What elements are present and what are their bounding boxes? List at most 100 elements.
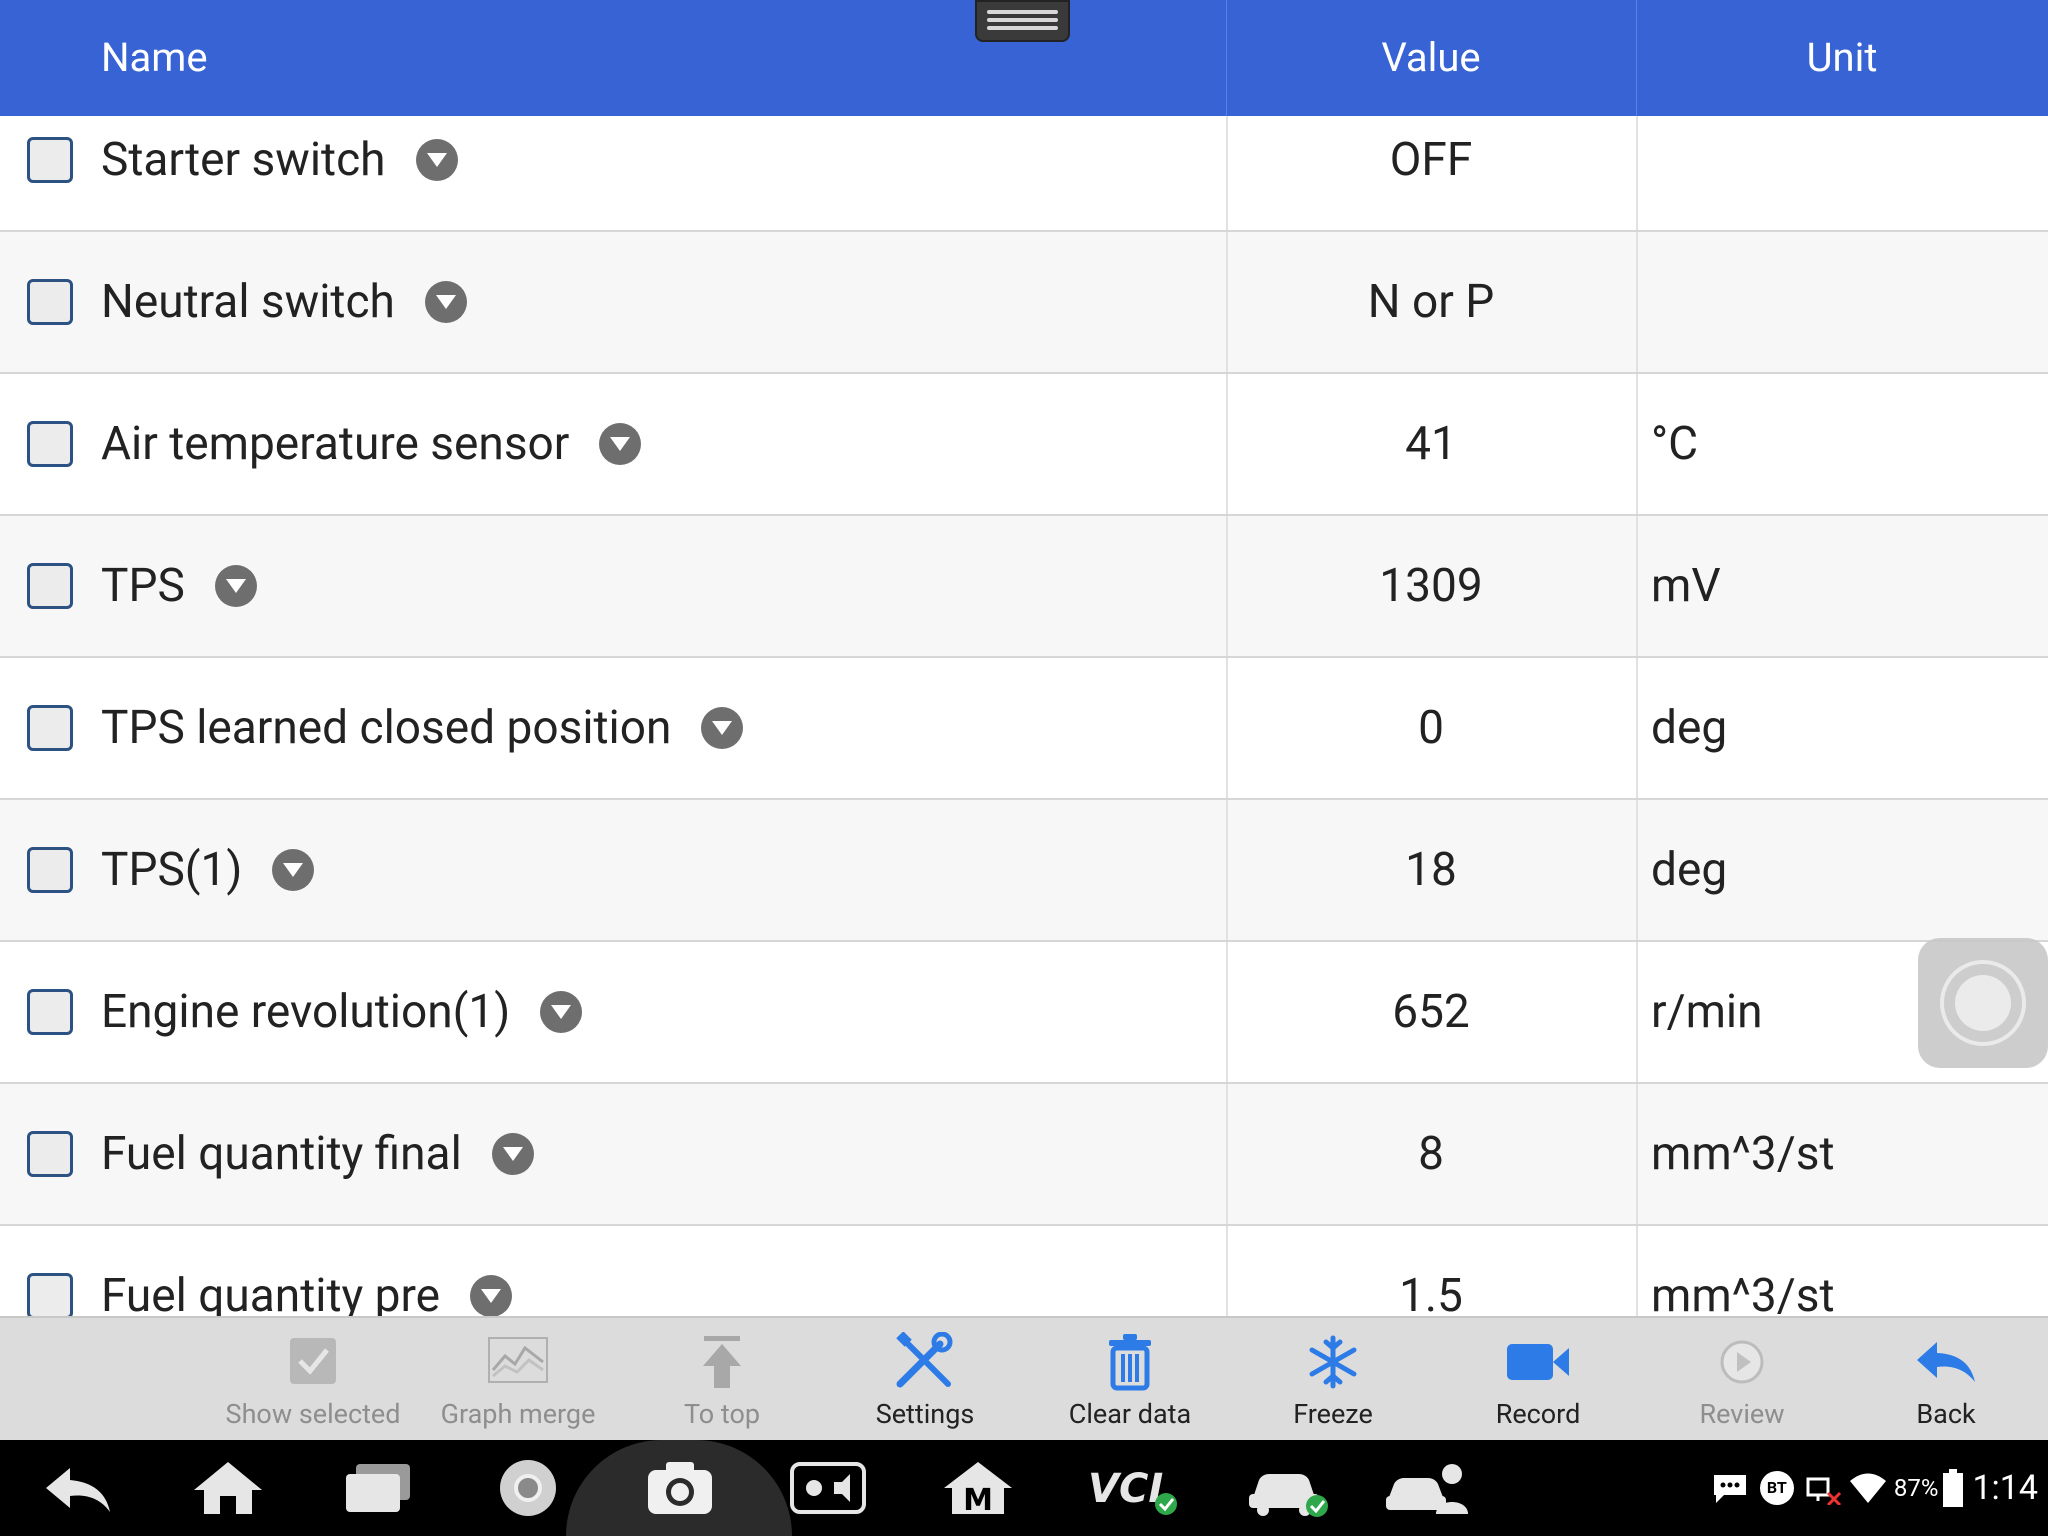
- row-name: Fuel quantity pre: [101, 1269, 441, 1316]
- wifi-icon: [1849, 1473, 1886, 1503]
- table-row[interactable]: Engine revolution(1) 652 r/min: [0, 942, 2048, 1084]
- message-icon: [1713, 1475, 1746, 1503]
- row-value: 18: [1405, 843, 1457, 897]
- drag-handle[interactable]: [975, 0, 1070, 42]
- dropdown-icon[interactable]: [701, 707, 744, 749]
- battery-percent: 87%: [1893, 1474, 1939, 1502]
- show-selected-button[interactable]: Show selected: [213, 1318, 413, 1442]
- dropdown-icon[interactable]: [540, 991, 583, 1033]
- checkbox-checked-icon: [290, 1338, 336, 1384]
- column-divider: [1636, 374, 1638, 514]
- row-checkbox[interactable]: [27, 563, 73, 609]
- row-value: 652: [1392, 985, 1470, 1039]
- browser-icon[interactable]: [490, 1458, 566, 1518]
- row-checkbox[interactable]: [27, 137, 73, 183]
- video-camera-icon: [1507, 1344, 1569, 1380]
- column-divider: [1636, 942, 1638, 1082]
- row-unit: mm^3/st: [1651, 1127, 1835, 1181]
- table-row[interactable]: TPS 1309 mV: [0, 516, 2048, 658]
- vehicle-connected-icon[interactable]: [1245, 1458, 1331, 1518]
- graph-merge-button[interactable]: Graph merge: [418, 1318, 618, 1442]
- header-name: Name: [101, 34, 208, 81]
- row-checkbox[interactable]: [27, 847, 73, 893]
- bottom-toolbar: Show selected Graph merge To top Setting…: [0, 1316, 2048, 1440]
- dropdown-icon[interactable]: [424, 281, 467, 323]
- row-checkbox[interactable]: [27, 705, 73, 751]
- row-value: N or P: [1367, 275, 1495, 329]
- to-top-button[interactable]: To top: [622, 1318, 822, 1442]
- data-table[interactable]: Starter switch OFF Neutral switch N or P…: [0, 116, 2048, 1316]
- back-button[interactable]: Back: [1846, 1318, 2046, 1442]
- row-name: Air temperature sensor: [101, 417, 570, 471]
- camera-icon[interactable]: [642, 1458, 718, 1518]
- table-row[interactable]: TPS(1) 18 deg: [0, 800, 2048, 942]
- dropdown-icon[interactable]: [470, 1275, 513, 1316]
- brightness-volume-icon[interactable]: [790, 1458, 866, 1518]
- record-button[interactable]: Record: [1438, 1318, 1638, 1442]
- maxifix-icon[interactable]: M: [940, 1458, 1016, 1518]
- table-row[interactable]: Fuel quantity pre 1.5 mm^3/st: [0, 1226, 2048, 1316]
- table-row[interactable]: Neutral switch N or P: [0, 232, 2048, 374]
- row-name: Engine revolution(1): [101, 985, 511, 1039]
- column-divider: [1636, 658, 1638, 798]
- row-value: 0: [1418, 701, 1444, 755]
- nav-home-icon[interactable]: [190, 1458, 266, 1518]
- row-value: 41: [1405, 417, 1457, 471]
- remote-expert-icon[interactable]: [1384, 1458, 1470, 1518]
- row-checkbox[interactable]: [27, 1273, 73, 1316]
- column-divider: [1636, 1226, 1638, 1316]
- row-value: 8: [1418, 1127, 1444, 1181]
- row-value: 1309: [1379, 559, 1483, 613]
- svg-text:M: M: [963, 1483, 993, 1518]
- row-checkbox[interactable]: [27, 421, 73, 467]
- review-button[interactable]: Review: [1642, 1318, 1842, 1442]
- header-value: Value: [1381, 34, 1481, 81]
- row-name: TPS(1): [101, 843, 243, 897]
- row-checkbox[interactable]: [27, 279, 73, 325]
- settings-button[interactable]: Settings: [825, 1318, 1025, 1442]
- tools-icon: [896, 1332, 953, 1388]
- table-row[interactable]: Fuel quantity final 8 mm^3/st: [0, 1084, 2048, 1226]
- header-unit: Unit: [1806, 34, 1878, 81]
- table-row[interactable]: TPS learned closed position 0 deg: [0, 658, 2048, 800]
- row-unit: °C: [1651, 417, 1699, 471]
- column-divider: [1636, 800, 1638, 940]
- trash-icon: [1109, 1334, 1151, 1391]
- floating-assist-button[interactable]: [1918, 938, 2048, 1068]
- column-divider: [1636, 516, 1638, 656]
- dropdown-icon[interactable]: [272, 849, 315, 891]
- freeze-button[interactable]: Freeze: [1233, 1318, 1433, 1442]
- nav-back-icon[interactable]: [40, 1458, 116, 1518]
- clear-data-button[interactable]: Clear data: [1030, 1318, 1230, 1442]
- row-checkbox[interactable]: [27, 989, 73, 1035]
- to-top-icon: [703, 1336, 741, 1388]
- vci-icon[interactable]: VCI: [1086, 1458, 1186, 1518]
- status-bar: BT 87% 1:14: [1710, 1440, 2038, 1536]
- clock: 1:14: [1972, 1468, 2038, 1508]
- svg-text:VCI: VCI: [1088, 1466, 1163, 1512]
- table-row[interactable]: Starter switch OFF: [0, 116, 2048, 232]
- row-unit: r/min: [1651, 985, 1763, 1039]
- dropdown-icon[interactable]: [415, 139, 458, 181]
- bt-badge: BT: [1759, 1471, 1794, 1505]
- table-row[interactable]: Air temperature sensor 41 °C: [0, 374, 2048, 516]
- row-name: Fuel quantity final: [101, 1127, 462, 1181]
- play-icon: [1720, 1340, 1764, 1384]
- column-divider: [1636, 232, 1638, 372]
- dropdown-icon[interactable]: [491, 1133, 534, 1175]
- row-name: TPS: [101, 559, 185, 613]
- column-divider: [1636, 1084, 1638, 1224]
- row-unit: mm^3/st: [1651, 1269, 1835, 1316]
- row-unit: mV: [1651, 559, 1721, 613]
- app-window: Name Value Unit Starter switch OFF Neutr…: [0, 0, 2048, 1536]
- row-name: TPS learned closed position: [101, 701, 672, 755]
- column-divider: [1636, 116, 1638, 230]
- snowflake-icon: [1309, 1335, 1357, 1389]
- table-header: Name Value Unit: [0, 0, 2048, 116]
- dropdown-icon[interactable]: [214, 565, 257, 607]
- row-unit: deg: [1651, 701, 1728, 755]
- dropdown-icon[interactable]: [599, 423, 642, 465]
- nav-recents-icon[interactable]: [340, 1458, 416, 1518]
- network-disconnected-icon: [1806, 1477, 1841, 1505]
- row-checkbox[interactable]: [27, 1131, 73, 1177]
